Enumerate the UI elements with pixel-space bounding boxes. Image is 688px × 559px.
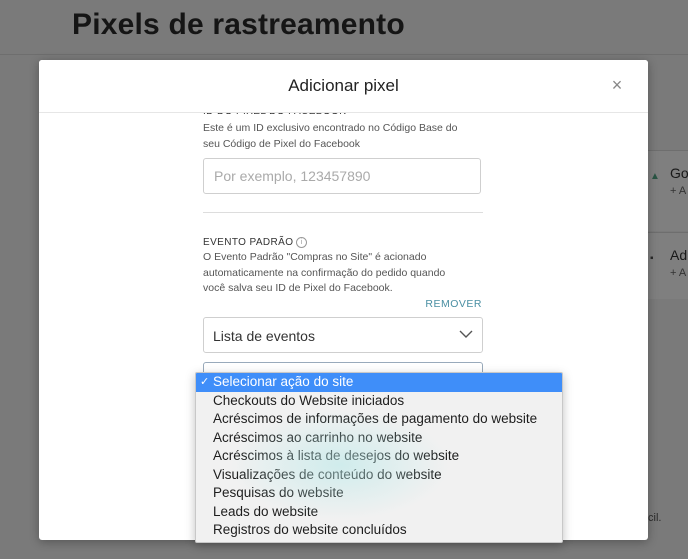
dropdown-option[interactable]: Acréscimos ao carrinho no website [196, 429, 562, 448]
dropdown-option[interactable]: Visualizações de conteúdo do website [196, 466, 562, 485]
dropdown-option[interactable]: Acréscimos de informações de pagamento d… [196, 410, 562, 429]
standard-event-label-text: EVENTO PADRÃO [203, 237, 294, 248]
help-line: Este é um ID exclusivo encontrado no Cód… [203, 122, 458, 134]
standard-event-label: EVENTO PADRÃO i [203, 237, 308, 248]
remove-link[interactable]: REMOVER [425, 298, 482, 310]
pixel-id-help: Este é um ID exclusivo encontrado no Cód… [203, 121, 457, 152]
dropdown-option-label: Selecionar ação do site [213, 374, 354, 389]
help-line: você salva seu ID de Pixel do Facebook. [203, 282, 393, 294]
pixel-id-input[interactable] [203, 158, 481, 194]
dropdown-option[interactable]: Acréscimos à lista de desejos do website [196, 447, 562, 466]
dropdown-option[interactable]: Leads do website [196, 503, 562, 522]
site-action-dropdown-menu: ✓ Selecionar ação do site Checkouts do W… [195, 372, 563, 543]
dropdown-option[interactable]: Checkouts do Website iniciados [196, 392, 562, 411]
info-icon[interactable]: i [296, 237, 308, 248]
dropdown-option[interactable]: ✓ Selecionar ação do site [196, 373, 562, 392]
section-divider [203, 212, 483, 213]
dialog-header: Adicionar pixel × [39, 60, 648, 113]
dialog-title: Adicionar pixel [288, 76, 399, 95]
close-icon[interactable]: × [608, 74, 626, 96]
help-line: automaticamente na confirmação do pedido… [203, 266, 446, 279]
help-line: seu Código de Pixel do Facebook [203, 137, 361, 150]
chevron-down-icon [459, 330, 473, 338]
standard-event-help: O Evento Padrão "Compras no Site" é acio… [203, 250, 445, 297]
help-line: O Evento Padrão "Compras no Site" é acio… [203, 251, 427, 263]
dropdown-option[interactable]: Registros do website concluídos [196, 521, 562, 540]
dropdown-option[interactable]: Pesquisas do website [196, 484, 562, 503]
event-list-value: Lista de eventos [213, 328, 315, 344]
event-list-select[interactable]: Lista de eventos [203, 317, 483, 353]
checkmark-icon: ✓ [200, 376, 210, 388]
